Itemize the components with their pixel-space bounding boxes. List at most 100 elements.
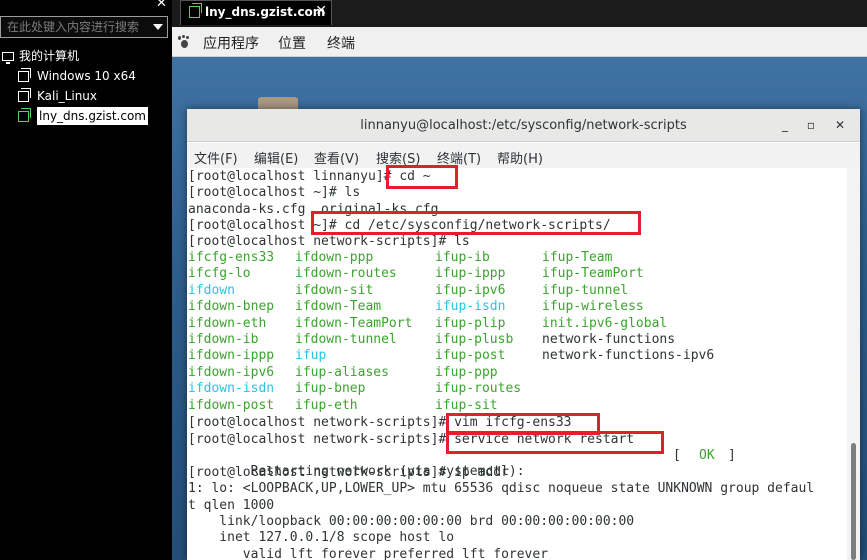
tree-vm-label: Windows 10 x64: [37, 69, 136, 83]
vm-icon: [18, 88, 31, 102]
ls-file-entry: ifup-routes: [435, 381, 522, 397]
terminal-line: t qlen 1000: [188, 498, 275, 513]
ls-file-entry: ifup-wireless: [542, 299, 644, 315]
ls-file-entry: ifcfg-ens33: [188, 250, 275, 265]
ls-file-entry: ifdown-ib: [188, 332, 259, 347]
ls-output-row: ifdown-ippp ifup ifup-post network-function…: [187, 348, 847, 364]
terminal-window: linnanyu@localhost:/etc/sysconfig/networ…: [187, 109, 860, 560]
ls-file-entry: ifdown-TeamPort: [295, 315, 413, 331]
ls-file-entry: network-functions: [542, 332, 676, 347]
terminal-line: link/loopback 00:00:00:00:00:00 brd 00:0…: [188, 514, 635, 529]
ls-file-entry: ifdown-ippp: [188, 348, 275, 364]
tab-lny-dns[interactable]: lny_dns.gzist.com ✕: [180, 0, 332, 25]
tree-my-computer[interactable]: 我的计算机: [2, 47, 167, 67]
maximize-icon[interactable]: ▫: [802, 116, 820, 134]
tree-vm-label: lny_dns.gzist.com: [37, 107, 148, 125]
ls-file-entry: init.ipv6-global: [542, 315, 668, 331]
menu-file[interactable]: 文件(F): [194, 148, 238, 167]
minimize-icon[interactable]: _: [776, 116, 794, 134]
ls-file-entry: ifdown-sit: [295, 282, 374, 298]
terminal-line: [root@localhost network-scripts]# ip add…: [188, 465, 509, 480]
status-bracket-open: [: [673, 448, 681, 463]
ls-output-row: ifdown-ipv6 ifup-aliases ifup-ppp: [187, 365, 847, 381]
ls-output-row: ifdown-isdn ifup-bnep ifup-routes: [187, 381, 847, 397]
ls-file-entry: ifup-ppp: [435, 364, 498, 380]
ls-file-entry: ifup-tunnel: [542, 282, 629, 298]
vm-running-icon: [18, 108, 31, 122]
status-bracket-close: ]: [728, 448, 736, 463]
library-search-box[interactable]: [0, 16, 168, 38]
terminal-titlebar[interactable]: linnanyu@localhost:/etc/sysconfig/networ…: [187, 109, 860, 142]
ls-output-row: ifcfg-lo ifdown-routes ifup-ippp ifup-TeamP…: [187, 266, 847, 282]
vmware-workstation-window: ✕ 我的计算机 Windows 10 x64 Kali_Linux lny_dn…: [0, 0, 867, 560]
ls-file-entry: ifup: [295, 348, 327, 364]
ls-output-row: ifdown-post ifup-eth ifup-sit: [187, 398, 847, 414]
ls-file-entry: ifup-TeamPort: [542, 266, 644, 282]
menu-edit[interactable]: 编辑(E): [254, 148, 298, 167]
ls-file-entry: ifdown-tunnel: [295, 332, 397, 347]
ls-file-entry: ifup-isdn: [435, 299, 506, 315]
ls-file-entry: ifup-bnep: [295, 381, 366, 397]
gnome-top-bar: 应用程序 位置 终端: [172, 27, 867, 57]
terminal-menubar: 文件(F) 编辑(E) 查看(V) 搜索(S) 终端(T) 帮助(H): [187, 143, 860, 168]
ls-file-entry: ifdown-post: [188, 397, 275, 413]
ls-file-entry: ifcfg-lo: [188, 266, 251, 282]
gnome-menu-applications[interactable]: 应用程序: [203, 33, 259, 53]
annotation-box-cd-network-scripts: [311, 211, 641, 235]
scrollbar-thumb[interactable]: [851, 443, 856, 560]
vm-running-icon: [189, 3, 202, 18]
ls-output-row: ifdown ifdown-sit ifup-ipv6 ifup-tunnel: [187, 283, 847, 299]
ls-file-entry: ifup-ipv6: [435, 282, 506, 298]
ls-file-entry: ifdown-routes: [295, 266, 397, 282]
ls-file-entry: ifdown: [188, 282, 235, 298]
vm-library-panel: ✕ 我的计算机 Windows 10 x64 Kali_Linux lny_dn…: [0, 0, 172, 560]
tree-vm-lny-dns[interactable]: lny_dns.gzist.com: [18, 107, 168, 127]
tab-title: lny_dns.gzist.com: [205, 5, 326, 19]
ls-file-entry: ifup-sit: [435, 397, 498, 413]
ls-file-entry: ifup-aliases: [295, 364, 389, 380]
gnome-foot-icon: [178, 35, 190, 48]
vm-tab-bar: lny_dns.gzist.com ✕: [172, 0, 867, 27]
gnome-menu-places[interactable]: 位置: [278, 33, 306, 53]
annotation-box-service-restart: [446, 431, 664, 454]
ls-output-row: ifcfg-ens33 ifdown-ppp ifup-ib ifup-Team: [187, 250, 847, 266]
ls-file-entry: ifdown-ipv6: [188, 364, 275, 380]
terminal-line: [root@localhost network-scripts]# ls: [188, 234, 470, 249]
ls-file-entry: ifup-Team: [542, 250, 613, 265]
ls-output-row: ifdown-ib ifdown-tunnel ifup-plusb network-…: [187, 332, 847, 348]
ls-file-entry: ifup-post: [435, 348, 506, 364]
terminal-line: [root@localhost ~]# ls: [188, 185, 361, 200]
ls-output-row: ifdown-bnep ifdown-Team ifup-isdn ifup-wire…: [187, 299, 847, 315]
ls-file-entry: ifdown-ppp: [295, 250, 374, 265]
tree-vm-label: Kali_Linux: [37, 89, 98, 103]
ls-file-entry: ifdown-Team: [295, 299, 382, 315]
annotation-box-cd-home: [386, 165, 458, 189]
terminal-scrollbar[interactable]: [847, 168, 860, 560]
menu-view[interactable]: 查看(V): [314, 148, 359, 167]
ls-file-entry: ifup-plusb: [435, 332, 514, 347]
terminal-line: valid_lft forever preferred_lft forever: [188, 547, 549, 560]
menu-help[interactable]: 帮助(H): [497, 148, 543, 167]
ls-file-entry: ifup-ib: [435, 250, 490, 265]
ls-file-entry: ifup-eth: [295, 397, 358, 413]
status-ok: OK: [699, 448, 715, 463]
close-icon[interactable]: ✕: [831, 116, 849, 134]
terminal-title: linnanyu@localhost:/etc/sysconfig/networ…: [360, 118, 687, 133]
gnome-menu-terminal[interactable]: 终端: [327, 33, 355, 53]
vm-icon: [18, 68, 31, 82]
ls-file-entry: ifdown-isdn: [188, 381, 275, 397]
ls-file-entry: ifup-plip: [435, 315, 506, 331]
terminal-line: inet 127.0.0.1/8 scope host lo: [188, 530, 455, 545]
ls-file-entry: network-functions-ipv6: [542, 348, 715, 364]
library-search-input[interactable]: [7, 19, 147, 35]
ls-file-entry: ifdown-bnep: [188, 299, 275, 315]
computer-icon: [2, 52, 14, 64]
search-dropdown-icon[interactable]: [153, 24, 163, 30]
tree-vm-kali[interactable]: Kali_Linux: [18, 87, 168, 107]
library-close-icon[interactable]: ✕: [156, 0, 167, 11]
ls-file-entry: ifdown-eth: [188, 315, 267, 331]
tab-close-icon[interactable]: ✕: [315, 3, 327, 19]
terminal-line: 1: lo: <LOOPBACK,UP,LOWER_UP> mtu 65536 …: [188, 481, 815, 496]
ls-output-row: ifdown-eth ifdown-TeamPort ifup-plip init.i…: [187, 316, 847, 332]
tree-vm-windows10[interactable]: Windows 10 x64: [18, 67, 168, 87]
